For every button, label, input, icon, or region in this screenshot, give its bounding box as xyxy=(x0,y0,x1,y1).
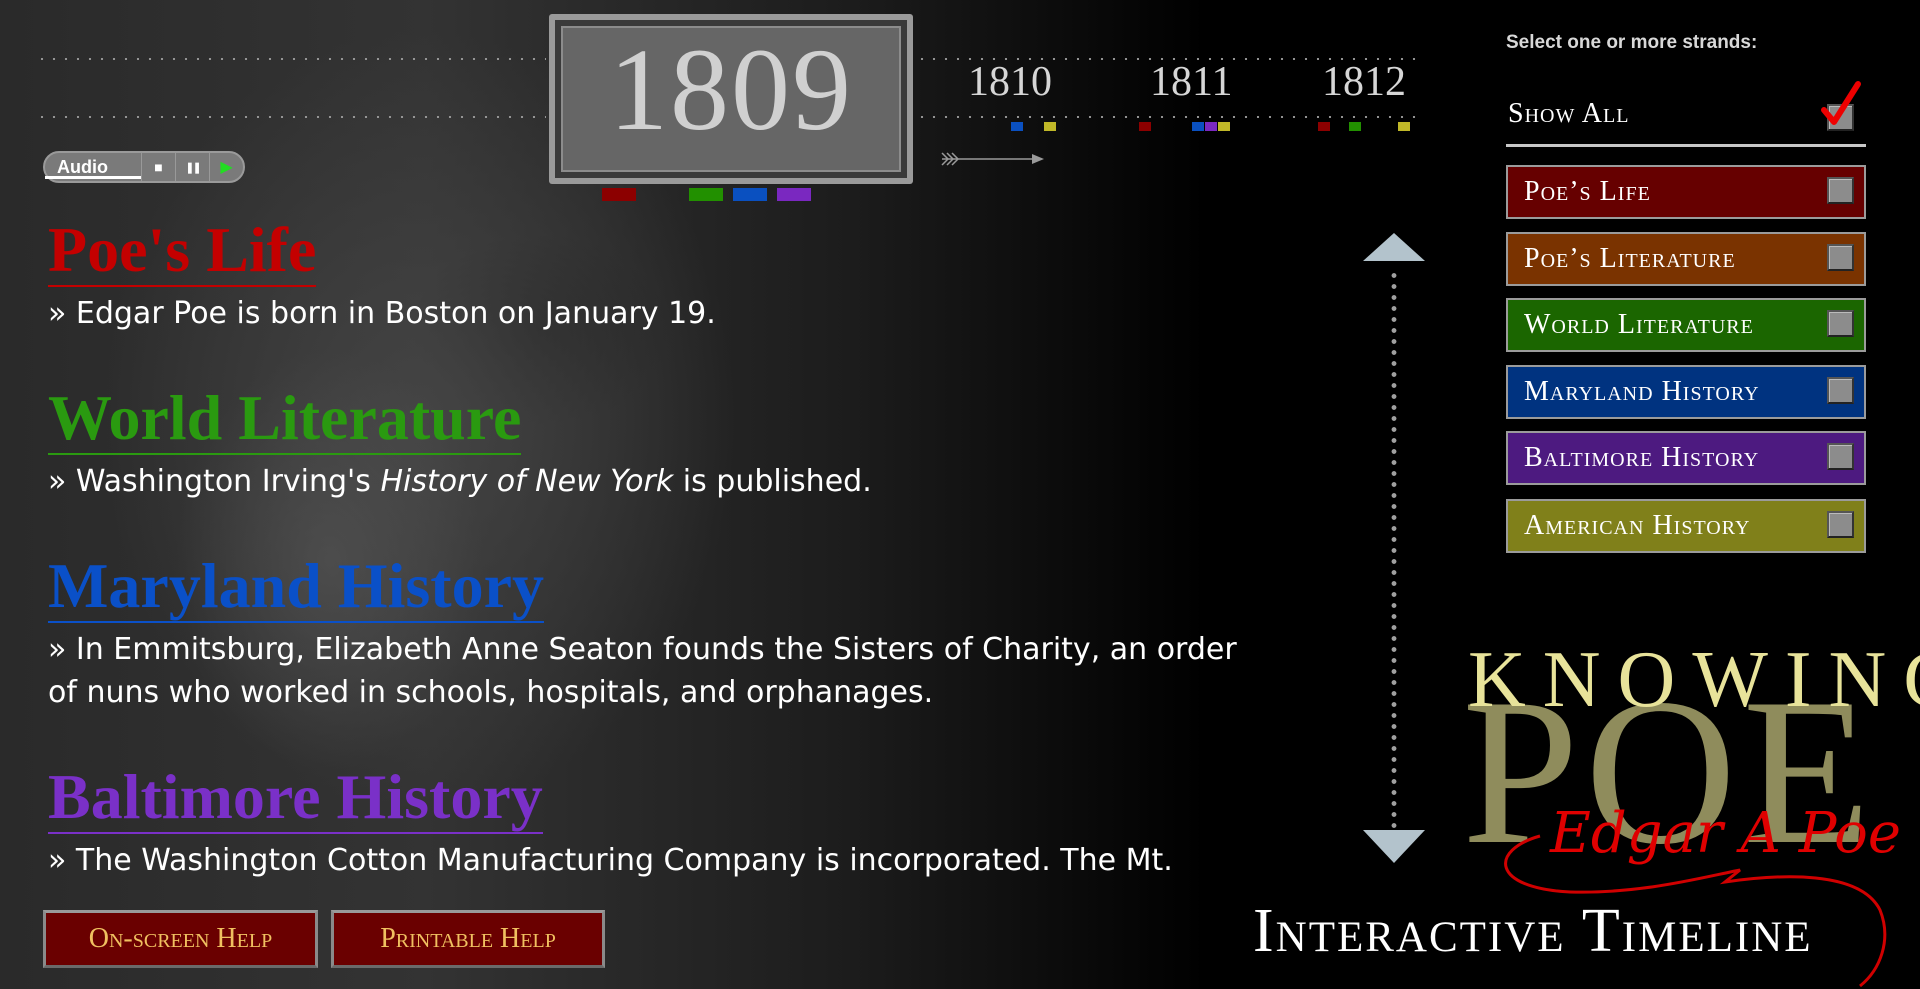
strand-button-poes-literature[interactable]: Poe’s Literature xyxy=(1506,232,1866,286)
strands-title: Select one or more strands: xyxy=(1506,32,1758,53)
year-1810-link[interactable]: 1810 xyxy=(968,58,1052,106)
logo-interactive-timeline: Interactive Timeline xyxy=(1253,897,1813,965)
pause-icon[interactable]: ❚❚ xyxy=(175,153,209,181)
current-year-box: 1809 xyxy=(549,14,913,184)
current-year: 1809 xyxy=(609,24,853,155)
stop-icon[interactable]: ■ xyxy=(141,153,175,181)
strand-checkbox[interactable] xyxy=(1827,443,1854,470)
checkmark-icon xyxy=(1821,81,1861,125)
strand-label: World Literature xyxy=(1524,309,1754,340)
strand-button-american-history[interactable]: American History xyxy=(1506,499,1866,553)
entry-line: » In Emmitsburg, Elizabeth Anne Seaton f… xyxy=(48,632,1237,667)
current-year-marker-maryland-history xyxy=(733,188,767,201)
current-year-marker-baltimore-history xyxy=(777,188,811,201)
scroll-down-icon[interactable] xyxy=(1363,830,1425,863)
audio-label[interactable]: Audio xyxy=(45,158,141,179)
current-year-marker-poes-life xyxy=(602,188,636,201)
arrow-right-icon[interactable] xyxy=(938,151,1048,167)
scroll-track[interactable] xyxy=(1391,270,1397,830)
year-1812-marker xyxy=(1318,122,1330,131)
entry-text: is published. xyxy=(673,464,872,499)
entry-text: » Washington Irving's xyxy=(48,464,381,499)
heading-baltimore-history[interactable]: Baltimore History xyxy=(48,762,543,834)
strand-checkbox[interactable] xyxy=(1827,310,1854,337)
current-year-marker-world-literature xyxy=(689,188,723,201)
entry-world-literature: » Washington Irving's History of New Yor… xyxy=(48,460,1348,503)
year-1810-marker xyxy=(1011,122,1023,131)
timeline-rail-bottom-left xyxy=(36,116,546,118)
year-1811-marker xyxy=(1218,122,1230,131)
timeline-rail-bottom-right xyxy=(916,116,1424,118)
year-1811-marker xyxy=(1192,122,1204,131)
year-1811-link[interactable]: 1811 xyxy=(1150,58,1232,106)
printable-help-button[interactable]: Printable Help xyxy=(331,910,605,968)
audio-control: Audio ■ ❚❚ ▶ xyxy=(43,151,245,183)
year-1811-marker xyxy=(1139,122,1151,131)
strand-checkbox[interactable] xyxy=(1827,177,1854,204)
onscreen-help-button[interactable]: On-screen Help xyxy=(43,910,318,968)
heading-maryland-history[interactable]: Maryland History xyxy=(48,551,544,623)
strand-checkbox[interactable] xyxy=(1827,377,1854,404)
book-title: History of New York xyxy=(380,464,674,499)
entry-maryland-history: » In Emmitsburg, Elizabeth Anne Seaton f… xyxy=(48,628,1348,714)
entry-baltimore-history: » The Washington Cotton Manufacturing Co… xyxy=(48,843,1173,878)
strand-checkbox[interactable] xyxy=(1827,511,1854,538)
strand-label: Poe’s Life xyxy=(1524,176,1651,207)
strand-button-maryland-history[interactable]: Maryland History xyxy=(1506,365,1866,419)
timeline-rail-top-left xyxy=(36,58,546,60)
year-1810-marker xyxy=(1044,122,1056,131)
show-all-label: Show All xyxy=(1508,98,1630,129)
year-1811-marker xyxy=(1205,122,1217,131)
show-all-toggle[interactable]: Show All xyxy=(1506,81,1866,147)
strand-label: American History xyxy=(1524,510,1751,541)
year-1812-marker xyxy=(1349,122,1361,131)
entry-line: of nuns who worked in schools, hospitals… xyxy=(48,675,934,710)
entry-poes-life: » Edgar Poe is born in Boston on January… xyxy=(48,296,716,331)
strand-label: Poe’s Literature xyxy=(1524,243,1736,274)
logo-knowing: KNOWING xyxy=(1468,636,1920,724)
strand-button-baltimore-history[interactable]: Baltimore History xyxy=(1506,431,1866,485)
scroll-up-icon[interactable] xyxy=(1363,233,1425,261)
strand-checkbox[interactable] xyxy=(1827,244,1854,271)
strand-label: Maryland History xyxy=(1524,376,1760,407)
strand-button-poes-life[interactable]: Poe’s Life xyxy=(1506,165,1866,219)
year-1812-link[interactable]: 1812 xyxy=(1322,58,1406,106)
strand-label: Baltimore History xyxy=(1524,442,1760,473)
strand-button-world-literature[interactable]: World Literature xyxy=(1506,298,1866,352)
signature-text: Edgar A Poe xyxy=(1549,801,1901,866)
year-1812-marker xyxy=(1398,122,1410,131)
heading-world-literature[interactable]: World Literature xyxy=(48,383,522,455)
play-icon[interactable]: ▶ xyxy=(209,153,243,181)
heading-poes-life[interactable]: Poe's Life xyxy=(48,215,317,287)
